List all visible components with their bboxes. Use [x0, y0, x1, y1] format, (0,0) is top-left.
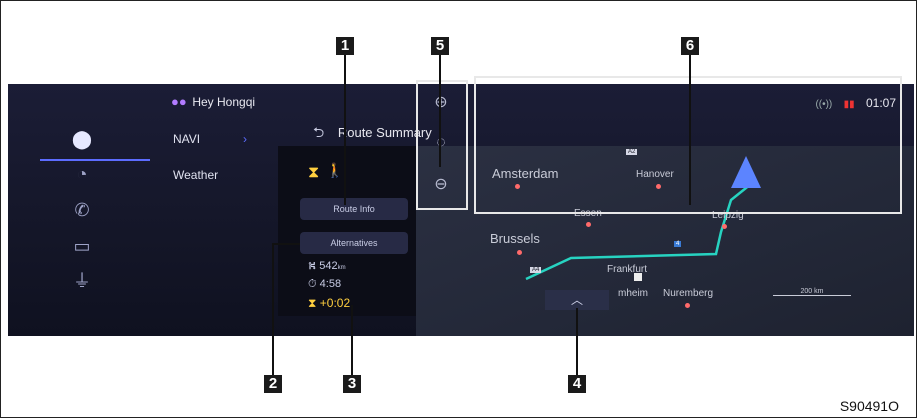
- callout-4: 4: [568, 375, 586, 393]
- car-icon[interactable]: ▭: [70, 234, 94, 258]
- assistant-dots-icon: ●●: [171, 94, 187, 109]
- hourglass-icon: ⧗: [308, 164, 320, 181]
- delay-value: +0:02: [319, 296, 351, 310]
- left-nav: ⬤ ◔ ✆ ▭ ⏚: [30, 124, 150, 314]
- leader-line-1: [344, 55, 346, 205]
- callout-2: 2: [264, 375, 282, 393]
- assistant-label: Hey Hongqi: [192, 95, 256, 109]
- leader-line-6: [689, 55, 691, 205]
- hourglass-icon: ⧗: [308, 296, 317, 310]
- city-label: Nuremberg: [663, 288, 714, 299]
- highway-sign: 4: [674, 241, 682, 247]
- back-icon[interactable]: ⮌: [313, 124, 324, 140]
- callout-6: 6: [681, 37, 699, 55]
- leader-line-4: [576, 308, 578, 375]
- map-scale: 200 km: [773, 288, 851, 296]
- charging-plug-icon[interactable]: ⏚: [70, 269, 94, 293]
- route-summary-header: ⮌ Route Summary: [313, 122, 432, 146]
- leader-line-3: [351, 305, 353, 375]
- distance-value: 542: [319, 260, 338, 272]
- person-icon: 🚶: [326, 162, 344, 178]
- chevron-right-icon: ›: [243, 132, 247, 146]
- leader-line-2: [272, 243, 274, 375]
- menu-item-navi[interactable]: NAVI: [173, 132, 200, 146]
- map-highlight-box: [474, 76, 902, 214]
- city-label: mheim: [618, 288, 649, 299]
- duration-stat: ⏱ 4:58: [308, 278, 341, 291]
- distance-unit: km: [337, 265, 346, 271]
- city-label: Brussels: [490, 231, 540, 246]
- menu-item-weather[interactable]: Weather: [173, 168, 218, 182]
- route-icon: ⛕: [308, 260, 317, 272]
- duration-value: 4:58: [319, 278, 342, 290]
- callout-1: 1: [336, 37, 354, 55]
- city-dot: [517, 250, 522, 255]
- leader-line-2b: [272, 243, 300, 245]
- route-info-button[interactable]: Route Info: [300, 198, 408, 220]
- speedometer-icon[interactable]: ◔: [70, 162, 94, 186]
- leader-line-5: [439, 55, 441, 167]
- expand-panel-button[interactable]: ︿: [545, 290, 609, 310]
- figure-reference: S90491O: [839, 398, 899, 414]
- timer-icon: ⏱: [308, 278, 317, 290]
- zoom-out-icon[interactable]: ⊖: [426, 170, 456, 200]
- zoom-in-icon[interactable]: ⊕: [426, 88, 456, 118]
- chevron-up-icon: ︿: [570, 293, 583, 307]
- zoom-controls: ⊕ ◌ ⊖: [416, 80, 468, 210]
- delay-stat: ⧗ +0:02: [308, 296, 350, 311]
- navigation-pin-icon[interactable]: ⬤: [70, 127, 94, 151]
- nav-selected-indicator: [40, 129, 150, 161]
- distance-stat: ⛕ 542km: [308, 260, 346, 274]
- callout-5: 5: [431, 37, 449, 55]
- city-label: Frankfurt: [607, 264, 648, 275]
- route-panel: ⧗ 🚶 Route Info Alternatives ⛕ 542km ⏱ 4:…: [278, 146, 416, 316]
- highway-sign: A4: [530, 267, 542, 273]
- city-dot: [685, 303, 690, 308]
- voice-assistant[interactable]: ●● Hey Hongqi: [171, 94, 255, 109]
- city-dot: [722, 224, 727, 229]
- callout-3: 3: [343, 375, 361, 393]
- recenter-icon[interactable]: ◌: [426, 128, 456, 158]
- phone-icon[interactable]: ✆: [70, 198, 94, 222]
- alternatives-button[interactable]: Alternatives: [300, 232, 408, 254]
- city-dot: [586, 222, 591, 227]
